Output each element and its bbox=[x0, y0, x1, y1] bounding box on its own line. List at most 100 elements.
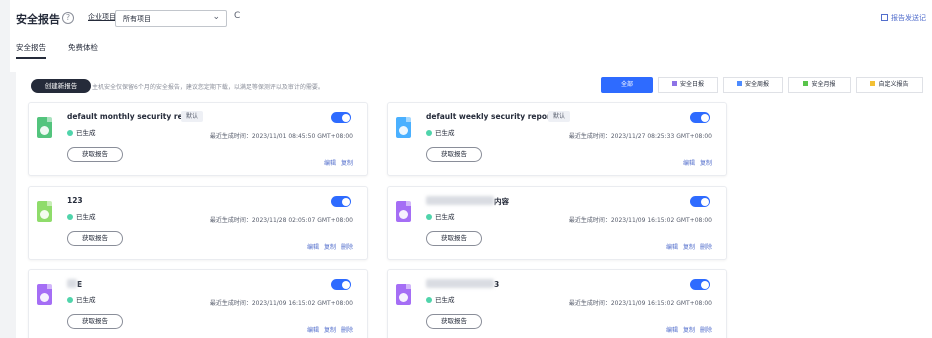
edit-link[interactable]: 编辑 bbox=[324, 160, 336, 167]
report-name-text: 3 bbox=[494, 280, 500, 289]
report-card: default monthly security re... 默认已生成最近生成时… bbox=[28, 102, 368, 176]
copy-link[interactable]: 复制 bbox=[324, 244, 336, 251]
delete-link[interactable]: 删除 bbox=[341, 327, 353, 334]
card-actions: 编辑 复制 删除 bbox=[661, 325, 712, 334]
report-file-icon bbox=[37, 284, 52, 305]
redacted-name bbox=[67, 279, 77, 288]
report-status: 已生成 bbox=[426, 294, 455, 304]
report-name-text: default weekly security report bbox=[426, 112, 555, 121]
get-report-button[interactable]: 获取报告 bbox=[67, 314, 123, 329]
report-status: 已生成 bbox=[426, 127, 455, 137]
status-dot-icon bbox=[426, 213, 432, 220]
delete-link[interactable]: 删除 bbox=[700, 244, 712, 251]
report-status: 已生成 bbox=[67, 211, 96, 221]
project-select-value: 所有项目 bbox=[123, 15, 151, 23]
help-icon[interactable]: ? bbox=[62, 12, 74, 24]
delete-link[interactable]: 删除 bbox=[700, 327, 712, 334]
report-status: 已生成 bbox=[67, 294, 96, 304]
default-badge: 默认 bbox=[181, 111, 204, 122]
status-dot-icon bbox=[426, 129, 432, 136]
card-actions: 编辑 复制 删除 bbox=[661, 242, 712, 251]
report-name: default weekly security report bbox=[426, 112, 554, 121]
chevron-down-icon: ⌄ bbox=[212, 12, 220, 22]
report-file-icon bbox=[396, 117, 411, 138]
copy-link[interactable]: 复制 bbox=[683, 327, 695, 334]
report-name: E bbox=[67, 279, 82, 289]
last-generated-time: 最近生成时间：2023/11/28 02:05:07 GMT+08:00 bbox=[209, 217, 353, 224]
tab-free-checkup[interactable]: 免费体检 bbox=[68, 42, 98, 57]
retention-hint: 主机安全仅保留6个月的安全报告，建议您定期下载，以满足等保测评以及审计的需要。 bbox=[92, 84, 324, 91]
report-card: 内容已生成最近生成时间：2023/11/09 16:15:02 GMT+08:0… bbox=[387, 186, 727, 260]
filter-monthly[interactable]: 安全月报 bbox=[788, 77, 851, 93]
report-name: 内容 bbox=[426, 196, 509, 207]
header: 安全报告 ? 企业项目 所有项目 ⌄ C 报告发送记 安全报告 免费体检 bbox=[10, 0, 932, 72]
default-badge: 默认 bbox=[548, 111, 571, 122]
get-report-button[interactable]: 获取报告 bbox=[426, 231, 482, 246]
redacted-name bbox=[426, 279, 494, 288]
copy-link[interactable]: 复制 bbox=[324, 327, 336, 334]
filter-weekly[interactable]: 安全周报 bbox=[723, 77, 783, 93]
report-status: 已生成 bbox=[67, 127, 96, 137]
edit-link[interactable]: 编辑 bbox=[666, 327, 678, 334]
report-file-icon bbox=[396, 201, 411, 222]
report-name: default monthly security re... bbox=[67, 112, 191, 121]
redacted-name bbox=[426, 196, 494, 205]
report-file-icon bbox=[37, 201, 52, 222]
edit-link[interactable]: 编辑 bbox=[307, 327, 319, 334]
refresh-icon[interactable]: C bbox=[234, 11, 240, 21]
filter-daily[interactable]: 安全日报 bbox=[658, 77, 718, 93]
report-name-text: default monthly security re... bbox=[67, 112, 192, 121]
card-actions: 编辑 复制 删除 bbox=[302, 325, 353, 334]
report-send-record-label: 报告发送记 bbox=[891, 14, 926, 22]
last-generated-time: 最近生成时间：2023/11/27 08:25:33 GMT+08:00 bbox=[568, 133, 712, 140]
report-status: 已生成 bbox=[426, 211, 455, 221]
card-actions: 编辑 复制 bbox=[319, 158, 353, 167]
report-toggle[interactable] bbox=[690, 112, 710, 123]
report-name: 3 bbox=[426, 279, 499, 289]
edit-link[interactable]: 编辑 bbox=[683, 160, 695, 167]
create-report-button[interactable]: 创建新报告 bbox=[31, 79, 91, 93]
report-toggle[interactable] bbox=[690, 279, 710, 290]
report-toggle[interactable] bbox=[331, 112, 351, 123]
copy-link[interactable]: 复制 bbox=[700, 160, 712, 167]
filter-custom[interactable]: 自定义报告 bbox=[856, 77, 923, 93]
daily-color-icon bbox=[671, 81, 677, 86]
report-file-icon bbox=[37, 117, 52, 138]
report-toggle[interactable] bbox=[331, 279, 351, 290]
status-dot-icon bbox=[67, 296, 73, 303]
weekly-color-icon bbox=[736, 81, 742, 86]
report-name-text: 123 bbox=[67, 196, 83, 205]
project-select[interactable]: 所有项目 ⌄ bbox=[115, 10, 227, 27]
last-generated-time: 最近生成时间：2023/11/09 16:15:02 GMT+08:00 bbox=[568, 300, 712, 307]
last-generated-time: 最近生成时间：2023/11/01 08:45:50 GMT+08:00 bbox=[209, 133, 353, 140]
document-icon bbox=[881, 14, 888, 21]
get-report-button[interactable]: 获取报告 bbox=[67, 231, 123, 246]
report-toggle[interactable] bbox=[331, 196, 351, 207]
get-report-button[interactable]: 获取报告 bbox=[426, 147, 482, 162]
enterprise-project-label[interactable]: 企业项目 bbox=[88, 12, 116, 22]
report-file-icon bbox=[396, 284, 411, 305]
last-generated-time: 最近生成时间：2023/11/09 16:15:02 GMT+08:00 bbox=[568, 217, 712, 224]
report-toggle[interactable] bbox=[690, 196, 710, 207]
edit-link[interactable]: 编辑 bbox=[666, 244, 678, 251]
report-name: 123 bbox=[67, 196, 83, 205]
custom-color-icon bbox=[870, 81, 876, 86]
monthly-color-icon bbox=[803, 81, 809, 86]
copy-link[interactable]: 复制 bbox=[683, 244, 695, 251]
delete-link[interactable]: 删除 bbox=[341, 244, 353, 251]
copy-link[interactable]: 复制 bbox=[341, 160, 353, 167]
status-dot-icon bbox=[67, 129, 73, 136]
report-send-record-link[interactable]: 报告发送记 bbox=[881, 13, 926, 23]
status-dot-icon bbox=[67, 213, 73, 220]
report-card: E 已生成 最近生成时间：2023/11/09 16:15:02 GMT+08:00… bbox=[28, 269, 368, 338]
report-name-text: 内容 bbox=[494, 197, 509, 206]
filter-all[interactable]: 全部 bbox=[601, 77, 653, 93]
get-report-button[interactable]: 获取报告 bbox=[67, 147, 123, 162]
tab-security-report[interactable]: 安全报告 bbox=[16, 42, 46, 59]
card-actions: 编辑 复制 删除 bbox=[302, 242, 353, 251]
report-name-text: E bbox=[77, 280, 83, 289]
report-card: 123 已生成最近生成时间：2023/11/28 02:05:07 GMT+08:… bbox=[28, 186, 368, 260]
card-actions: 编辑 复制 bbox=[678, 158, 712, 167]
get-report-button[interactable]: 获取报告 bbox=[426, 314, 482, 329]
edit-link[interactable]: 编辑 bbox=[307, 244, 319, 251]
